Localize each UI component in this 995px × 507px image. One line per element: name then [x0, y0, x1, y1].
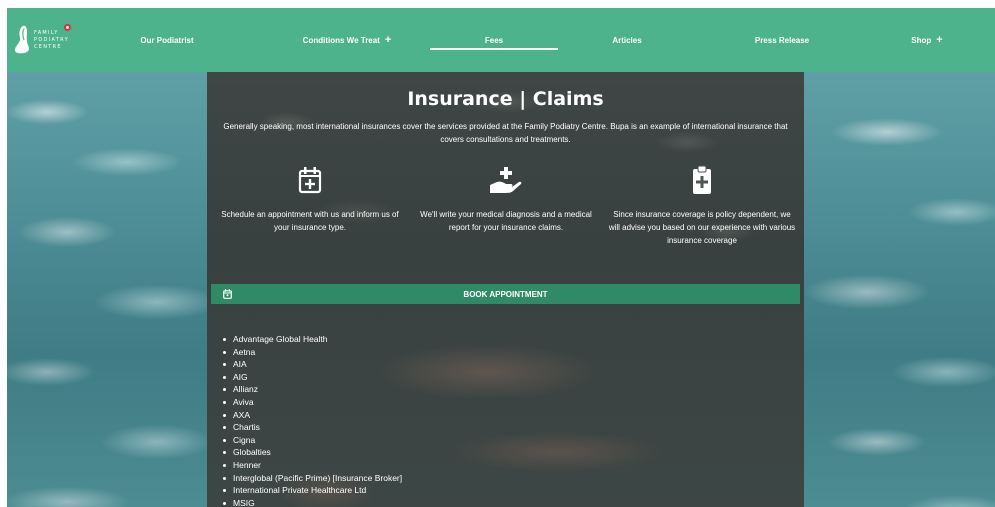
top-navigation: FAMILY PODIATRY CENTRE Our Podiatrist Co… [7, 8, 995, 72]
intro-paragraph: Generally speaking, most international i… [223, 122, 788, 144]
clipboard-medical-icon [693, 165, 711, 194]
claim-steps: Schedule an appointment with us and info… [207, 164, 804, 254]
plus-icon[interactable]: + [385, 34, 391, 46]
main-content: Insurance | Claims Generally speaking, m… [207, 72, 804, 507]
list-item: Cigna [223, 434, 402, 447]
list-item: Aviva [223, 396, 402, 409]
list-item: AIA [223, 358, 402, 371]
list-item: International Private Healthcare Ltd [223, 484, 402, 497]
logo-line-3: CENTRE [34, 43, 62, 50]
logo-wordmark: FAMILY PODIATRY CENTRE [34, 30, 69, 51]
step-schedule: Schedule an appointment with us and info… [215, 164, 405, 234]
nav-shop[interactable]: Shop + [887, 8, 967, 72]
site-logo[interactable]: FAMILY PODIATRY CENTRE [13, 20, 73, 60]
step-schedule-text: Schedule an appointment with us and info… [221, 210, 399, 232]
nav-our-podiatrist-label: Our Podiatrist [140, 35, 194, 45]
nav-active-indicator [430, 48, 558, 50]
nav-shop-label: Shop [911, 35, 932, 45]
list-item: MSIG [223, 497, 402, 507]
foot-logo-icon [14, 25, 29, 54]
list-item: AXA [223, 409, 402, 422]
step-advise: Since insurance coverage is policy depen… [607, 164, 797, 247]
insurer-list: Advantage Global Health Aetna AIA AIG Al… [223, 333, 402, 507]
logo-line-2: PODIATRY [34, 36, 69, 43]
logo-line-1: FAMILY [34, 29, 59, 36]
list-item: Advantage Global Health [223, 333, 402, 346]
calendar-icon [223, 289, 232, 299]
nav-fees[interactable]: Fees [444, 8, 544, 72]
nav-fees-label: Fees [484, 35, 504, 45]
nav-conditions-label: Conditions We Treat [302, 35, 380, 45]
nav-press-release[interactable]: Press Release [727, 8, 837, 72]
list-item: AIG [223, 371, 402, 384]
browser-viewport: FAMILY PODIATRY CENTRE Our Podiatrist Co… [7, 8, 995, 507]
step-report: We'll write your medical diagnosis and a… [411, 164, 601, 234]
list-item: Interglobal (Pacific Prime) [Insurance B… [223, 472, 402, 485]
nav-our-podiatrist[interactable]: Our Podiatrist [112, 8, 222, 72]
nav-articles-label: Articles [612, 35, 642, 45]
list-item: Henner [223, 459, 402, 472]
nav-articles[interactable]: Articles [577, 8, 677, 72]
step-advise-text: Since insurance coverage is policy depen… [608, 210, 796, 245]
list-item: Aetna [223, 346, 402, 359]
page-title: Insurance | Claims [407, 88, 604, 110]
plus-icon[interactable]: + [936, 34, 942, 46]
list-item: Allianz [223, 383, 402, 396]
book-appointment-button[interactable]: BOOK APPOINTMENT [211, 284, 800, 304]
logo-accent-dot [64, 24, 71, 31]
list-item: Globalties [223, 446, 402, 459]
nav-conditions-we-treat[interactable]: Conditions We Treat + [272, 8, 422, 72]
step-report-text: We'll write your medical diagnosis and a… [420, 210, 592, 232]
list-item: Chartis [223, 421, 402, 434]
nav-press-release-label: Press Release [754, 35, 810, 45]
calendar-plus-icon [298, 167, 322, 194]
book-appointment-label: BOOK APPOINTMENT [463, 289, 548, 299]
hand-holding-medical-icon [490, 167, 522, 193]
